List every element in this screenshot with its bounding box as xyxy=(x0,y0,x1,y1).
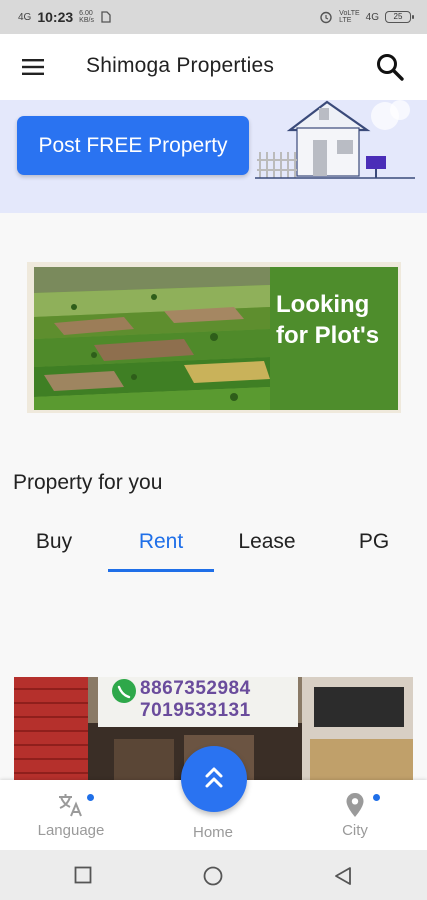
system-navigation-bar xyxy=(0,850,427,900)
city-notification-dot xyxy=(373,794,380,801)
menu-icon[interactable] xyxy=(22,58,46,76)
tab-pg[interactable]: PG xyxy=(330,522,418,574)
network-4g-label: 4G xyxy=(365,11,379,23)
plot-advertisement[interactable]: Looking for Plot's xyxy=(27,262,401,413)
double-chevron-up-icon xyxy=(205,767,223,788)
phone-number-1: 8867352984 xyxy=(140,678,251,699)
volte-label: VoLTE xyxy=(339,10,360,17)
app-bar: Shimoga Properties xyxy=(0,34,427,100)
tab-buy[interactable]: Buy xyxy=(10,522,98,574)
location-pin-icon xyxy=(346,793,364,817)
data-speed-value: 6.00 xyxy=(79,10,93,17)
data-speed: 6.00 KB/s xyxy=(79,10,94,24)
volte-indicator: VoLTE LTE xyxy=(339,10,360,24)
status-bar: 4G 10:23 6.00 KB/s VoLTE LTE 4G 25 xyxy=(0,0,427,34)
tab-rent[interactable]: Rent xyxy=(108,522,214,574)
app-title: Shimoga Properties xyxy=(86,54,275,77)
status-right: VoLTE LTE 4G 25 xyxy=(319,10,414,24)
recent-apps-icon[interactable] xyxy=(74,866,92,884)
home-circle-icon[interactable] xyxy=(203,866,223,886)
search-icon[interactable] xyxy=(375,52,405,82)
tab-lease[interactable]: Lease xyxy=(222,522,312,574)
status-left: 4G 10:23 6.00 KB/s xyxy=(18,9,112,25)
plot-ad-line1: Looking xyxy=(276,291,370,318)
plot-ad-text: Looking for Plot's xyxy=(276,289,398,351)
nav-language-label: Language xyxy=(37,822,105,839)
translate-icon xyxy=(59,794,82,817)
nav-home-label: Home xyxy=(192,824,233,841)
sim-icon xyxy=(101,11,111,23)
network-indicator: 4G xyxy=(18,11,32,23)
battery-icon: 25 xyxy=(385,11,414,23)
nav-city[interactable]: City xyxy=(300,792,410,839)
phone-number-2: 7019533131 xyxy=(140,700,251,721)
nav-language[interactable]: Language xyxy=(16,792,126,839)
plot-ad-line2: for Plot's xyxy=(276,322,380,349)
post-free-property-button[interactable]: Post FREE Property xyxy=(17,116,249,175)
house-illustration xyxy=(255,100,415,179)
language-notification-dot xyxy=(87,794,94,801)
nav-city-label: City xyxy=(342,822,368,839)
clock: 10:23 xyxy=(37,9,74,25)
plot-ad-inner: Looking for Plot's xyxy=(30,265,398,410)
home-fab-button[interactable] xyxy=(181,746,247,812)
tab-active-indicator xyxy=(108,569,214,572)
property-tabs: Buy Rent Lease PG xyxy=(0,522,427,574)
section-title: Property for you xyxy=(13,471,163,494)
lte-label: LTE xyxy=(339,17,352,24)
nav-home[interactable]: Home xyxy=(158,820,268,841)
farmland-photo xyxy=(34,267,270,410)
data-speed-unit: KB/s xyxy=(79,17,94,24)
alarm-icon xyxy=(320,11,332,24)
post-property-banner: Post FREE Property xyxy=(0,100,427,213)
back-triangle-icon[interactable] xyxy=(333,866,353,886)
